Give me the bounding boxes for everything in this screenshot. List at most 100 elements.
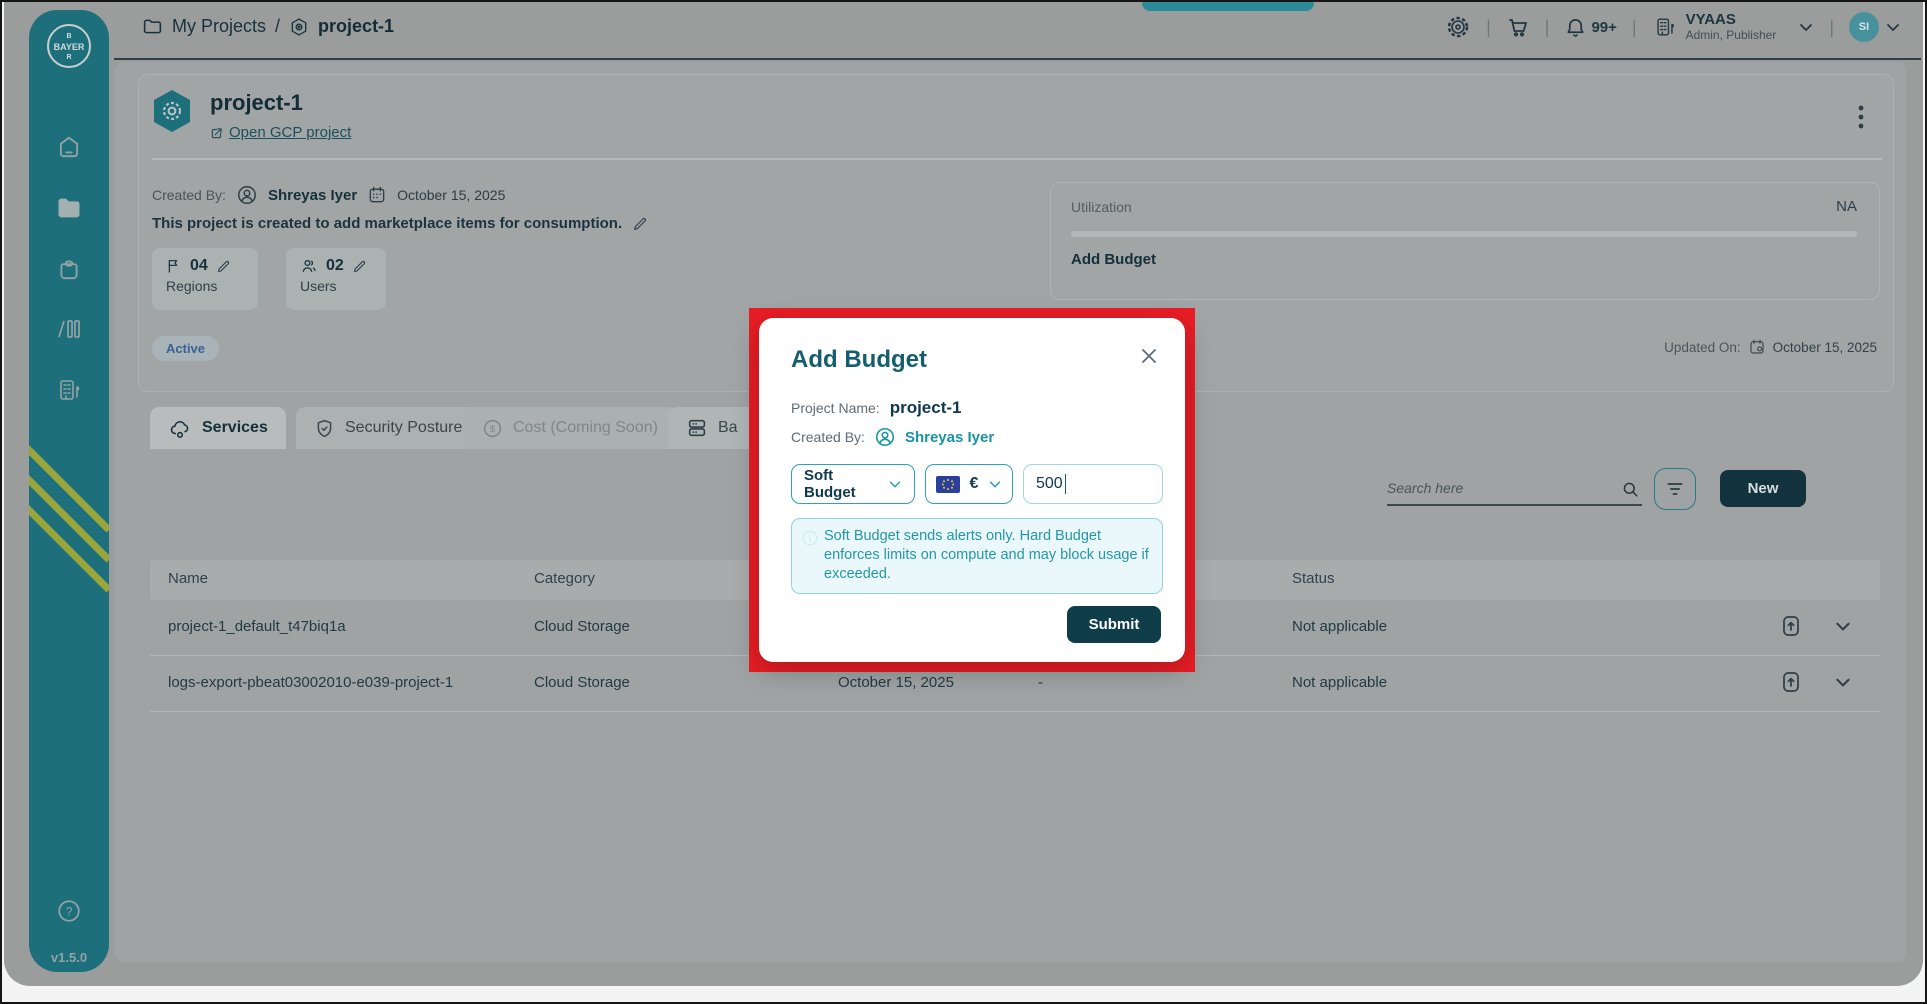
chevron-down-icon <box>988 477 1002 491</box>
person-icon <box>236 184 258 206</box>
cell-category: Cloud Storage <box>534 618 630 635</box>
chevron-down-icon <box>1885 19 1901 35</box>
eu-flag-icon <box>936 476 960 493</box>
currency-symbol: € <box>970 475 979 493</box>
regions-label: Regions <box>166 278 244 294</box>
amount-input[interactable]: 500 <box>1023 464 1163 504</box>
chevron-down-icon <box>1798 19 1814 35</box>
users-count: 02 <box>326 257 344 275</box>
chevron-down-icon[interactable] <box>1834 617 1852 635</box>
project-description: This project is created to add marketpla… <box>152 215 648 232</box>
user-menu[interactable]: SI <box>1849 12 1901 42</box>
users-icon <box>300 257 318 275</box>
tab-security-posture[interactable]: Security Posture <box>296 407 480 449</box>
chevron-down-icon[interactable] <box>1834 673 1852 691</box>
cell-date: October 15, 2025 <box>838 674 954 691</box>
created-by-value: Shreyas Iyer <box>268 187 357 204</box>
open-gcp-link[interactable]: Open GCP project <box>210 124 351 141</box>
sidebar-chevron-decor <box>29 430 109 610</box>
add-budget-link[interactable]: Add Budget <box>1071 251 1156 268</box>
edit-pencil-icon[interactable] <box>352 259 367 274</box>
created-by-label: Created By: <box>791 429 865 445</box>
col-category: Category <box>534 570 595 587</box>
header-separator: | <box>1829 17 1834 38</box>
export-icon[interactable] <box>1780 670 1802 694</box>
utilization-label: Utilization <box>1071 199 1132 215</box>
help-icon[interactable]: ? <box>56 898 82 924</box>
updated-on-label: Updated On: <box>1664 340 1741 355</box>
calendar-icon <box>1748 338 1766 356</box>
bell-icon <box>1564 16 1587 39</box>
cell-name: project-1_default_t47biq1a <box>168 618 346 635</box>
search-field <box>1387 472 1642 506</box>
org-switcher[interactable]: VYAAS Admin, Publisher <box>1652 12 1815 42</box>
notifications[interactable]: 99+ <box>1564 16 1616 39</box>
kebab-menu-icon[interactable] <box>1858 104 1864 130</box>
header-separator: | <box>1486 17 1491 38</box>
project-name-label: Project Name: <box>791 400 880 416</box>
external-link-icon <box>210 126 224 140</box>
cart-icon[interactable] <box>1506 15 1530 39</box>
notification-count: 99+ <box>1591 19 1616 36</box>
svg-text:BAYER: BAYER <box>54 42 85 52</box>
search-input[interactable] <box>1387 472 1612 496</box>
library-books-icon[interactable] <box>55 316 83 342</box>
created-date: October 15, 2025 <box>397 187 505 203</box>
new-button[interactable]: New <box>1720 470 1806 507</box>
utilization-value: NA <box>1836 198 1857 215</box>
breadcrumb: My Projects / project-1 <box>142 16 394 37</box>
top-header: My Projects / project-1 | | 99+ | <box>114 4 1921 60</box>
breadcrumb-separator: / <box>275 16 280 37</box>
search-icon[interactable] <box>1621 480 1640 499</box>
divider <box>152 158 1882 160</box>
marketplace-bag-icon[interactable] <box>56 256 82 282</box>
tab-services[interactable]: Services <box>150 407 286 449</box>
export-icon[interactable] <box>1780 614 1802 638</box>
utilization-card: Utilization NA Add Budget <box>1050 182 1880 300</box>
status-badge: Active <box>152 336 219 361</box>
regions-chip[interactable]: 04 Regions <box>152 248 258 310</box>
budget-info-box: Soft Budget sends alerts only. Hard Budg… <box>791 518 1163 594</box>
organization-building-icon[interactable] <box>54 376 84 404</box>
breadcrumb-current: project-1 <box>318 16 394 37</box>
filter-icon <box>1665 480 1685 498</box>
cell-extra: - <box>1038 674 1043 691</box>
modal-title: Add Budget <box>791 346 927 374</box>
flag-icon <box>166 257 182 275</box>
org-building-icon <box>1652 14 1678 40</box>
updated-on-value: October 15, 2025 <box>1773 340 1877 355</box>
project-hex-icon <box>289 17 309 37</box>
edit-pencil-icon[interactable] <box>632 216 648 232</box>
tab-cost: $ Cost (Coming Soon) <box>464 407 676 449</box>
project-name-value: project-1 <box>890 398 962 418</box>
cell-status: Not applicable <box>1292 618 1387 635</box>
cell-status: Not applicable <box>1292 674 1387 691</box>
currency-select[interactable]: € <box>925 464 1013 504</box>
cloud-icon <box>168 417 192 439</box>
col-status: Status <box>1292 570 1335 587</box>
text-caret <box>1065 474 1067 494</box>
projects-folder-icon[interactable] <box>55 194 83 222</box>
svg-text:B: B <box>66 33 71 40</box>
budget-type-select[interactable]: Soft Budget <box>791 464 915 504</box>
settings-gear-icon[interactable] <box>1445 14 1471 40</box>
add-budget-modal: Add Budget Project Name: project-1 Creat… <box>759 318 1185 662</box>
edit-pencil-icon[interactable] <box>216 259 231 274</box>
screenshot-root: BAYER B R ? v1.5 <box>0 0 1927 1004</box>
breadcrumb-root[interactable]: My Projects <box>172 16 266 37</box>
filter-button[interactable] <box>1654 468 1696 510</box>
created-by-row: Created By: Shreyas Iyer October 15, 202… <box>152 184 505 206</box>
submit-button[interactable]: Submit <box>1067 606 1161 643</box>
users-chip[interactable]: 02 Users <box>286 248 386 310</box>
avatar: SI <box>1849 12 1879 42</box>
project-hex-badge <box>150 88 194 134</box>
svg-text:$: $ <box>490 424 496 435</box>
svg-text:R: R <box>66 54 71 61</box>
home-icon[interactable] <box>56 134 82 160</box>
header-separator: | <box>1632 17 1637 38</box>
org-role: Admin, Publisher <box>1686 28 1777 42</box>
close-icon[interactable] <box>1139 346 1159 366</box>
created-by-value: Shreyas Iyer <box>905 429 994 446</box>
person-icon <box>874 426 896 448</box>
bayer-logo: BAYER B R <box>47 24 91 68</box>
